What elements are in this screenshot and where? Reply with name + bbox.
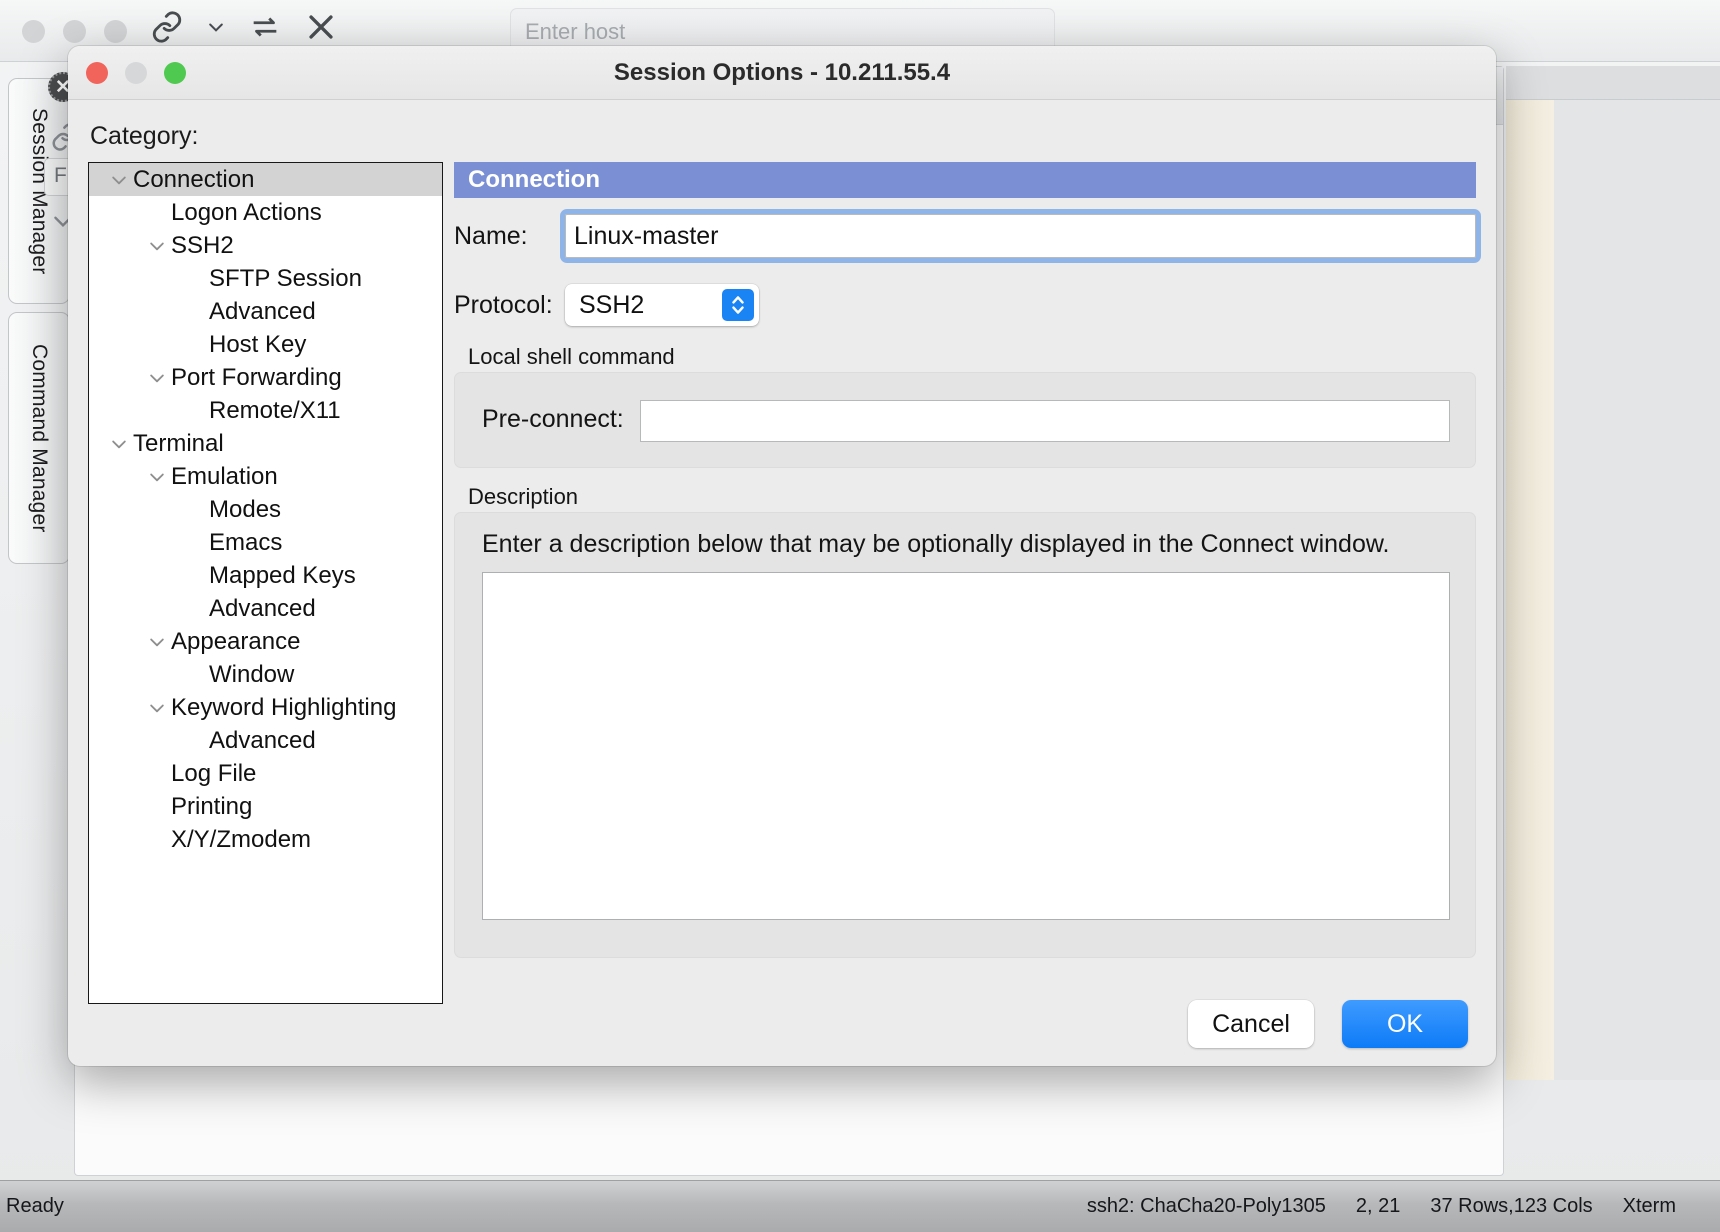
chevron-down-icon[interactable] bbox=[206, 17, 226, 37]
dialog-minimize-button[interactable] bbox=[125, 62, 147, 84]
chevron-updown-icon[interactable] bbox=[722, 289, 754, 321]
tree-item-label: Appearance bbox=[171, 628, 300, 656]
tree-item-advanced[interactable]: Advanced bbox=[89, 295, 442, 328]
tree-item-logon-actions[interactable]: Logon Actions bbox=[89, 196, 442, 229]
tree-item-label: Logon Actions bbox=[171, 199, 322, 227]
tree-item-label: Log File bbox=[171, 760, 256, 788]
tree-item-x-y-zmodem[interactable]: X/Y/Zmodem bbox=[89, 823, 442, 856]
app-zoom-button[interactable] bbox=[104, 20, 127, 43]
pane-header: Connection bbox=[454, 162, 1476, 198]
tree-item-keyword-highlighting[interactable]: Keyword Highlighting bbox=[89, 691, 442, 724]
preconnect-input[interactable] bbox=[640, 400, 1450, 442]
chevron-down-icon[interactable] bbox=[143, 467, 171, 487]
app-traffic-lights bbox=[22, 20, 127, 43]
protocol-label: Protocol: bbox=[454, 291, 559, 320]
dialog-body: Category: Connection Logon Actions SSH2 SFT… bbox=[68, 100, 1496, 1066]
category-tree[interactable]: Connection Logon Actions SSH2 SFTP Session A… bbox=[88, 162, 443, 1004]
chevron-down-icon[interactable] bbox=[143, 236, 171, 256]
ok-button[interactable]: OK bbox=[1342, 1000, 1468, 1048]
status-cursor-position: 2, 21 bbox=[1356, 1195, 1400, 1218]
tree-item-port-forwarding[interactable]: Port Forwarding bbox=[89, 361, 442, 394]
chevron-down-icon[interactable] bbox=[143, 368, 171, 388]
tree-item-mapped-keys[interactable]: Mapped Keys bbox=[89, 559, 442, 592]
local-shell-command-title: Local shell command bbox=[468, 344, 675, 370]
chevron-down-icon[interactable] bbox=[143, 632, 171, 652]
tree-item-label: Printing bbox=[171, 793, 252, 821]
tree-item-host-key[interactable]: Host Key bbox=[89, 328, 442, 361]
tree-item-label: Terminal bbox=[133, 430, 224, 458]
tree-item-label: Port Forwarding bbox=[171, 364, 342, 392]
name-input[interactable]: Linux-master bbox=[565, 214, 1476, 258]
tree-item-ssh2[interactable]: SSH2 bbox=[89, 229, 442, 262]
tree-item-sftp-session[interactable]: SFTP Session bbox=[89, 262, 442, 295]
tree-item-label: SSH2 bbox=[171, 232, 234, 260]
name-row: Name: Linux-master bbox=[454, 214, 1476, 258]
tree-item-appearance[interactable]: Appearance bbox=[89, 625, 442, 658]
tree-item-label: Window bbox=[209, 661, 294, 689]
tree-item-connection[interactable]: Connection bbox=[89, 163, 442, 196]
tree-item-label: Remote/X11 bbox=[209, 397, 341, 425]
tree-item-log-file[interactable]: Log File bbox=[89, 757, 442, 790]
session-options-dialog: Session Options - 10.211.55.4 Category: … bbox=[68, 46, 1496, 1066]
tree-item-label: Mapped Keys bbox=[209, 562, 356, 590]
tree-item-label: Emacs bbox=[209, 529, 282, 557]
tree-item-emacs[interactable]: Emacs bbox=[89, 526, 442, 559]
link-icon[interactable] bbox=[150, 10, 184, 44]
description-textarea[interactable] bbox=[482, 572, 1450, 920]
tree-item-label: Keyword Highlighting bbox=[171, 694, 396, 722]
tree-item-label: Advanced bbox=[209, 595, 316, 623]
close-icon[interactable] bbox=[304, 10, 338, 44]
name-label: Name: bbox=[454, 222, 559, 251]
tree-item-advanced[interactable]: Advanced bbox=[89, 724, 442, 757]
sidebar-tab-command-manager[interactable]: Command Manager bbox=[8, 312, 70, 564]
tree-item-printing[interactable]: Printing bbox=[89, 790, 442, 823]
tree-item-label: Modes bbox=[209, 496, 281, 524]
tree-item-remote-x11[interactable]: Remote/X11 bbox=[89, 394, 442, 427]
protocol-select[interactable]: SSH2 bbox=[565, 284, 759, 326]
tree-item-label: Emulation bbox=[171, 463, 278, 491]
app-toolbar bbox=[150, 10, 338, 44]
right-gutter bbox=[1554, 100, 1720, 1080]
protocol-row: Protocol: SSH2 bbox=[454, 284, 759, 326]
chevron-down-icon[interactable] bbox=[105, 170, 133, 190]
dialog-close-button[interactable] bbox=[86, 62, 108, 84]
tree-item-terminal[interactable]: Terminal bbox=[89, 427, 442, 460]
reconnect-icon[interactable] bbox=[248, 10, 282, 44]
protocol-selected-value: SSH2 bbox=[565, 291, 644, 320]
dialog-title: Session Options - 10.211.55.4 bbox=[614, 59, 950, 87]
category-label: Category: bbox=[90, 122, 198, 151]
tree-item-label: Advanced bbox=[209, 298, 316, 326]
tree-item-advanced[interactable]: Advanced bbox=[89, 592, 442, 625]
chevron-down-icon[interactable] bbox=[143, 698, 171, 718]
chevron-down-icon[interactable] bbox=[105, 434, 133, 454]
dialog-traffic-lights bbox=[86, 62, 186, 84]
description-hint: Enter a description below that may be op… bbox=[482, 530, 1389, 559]
cancel-button[interactable]: Cancel bbox=[1188, 1000, 1314, 1048]
tree-item-modes[interactable]: Modes bbox=[89, 493, 442, 526]
description-title: Description bbox=[468, 484, 578, 510]
status-terminal-size: 37 Rows,123 Cols bbox=[1430, 1195, 1592, 1218]
terminal-area bbox=[1506, 100, 1554, 1080]
dialog-titlebar: Session Options - 10.211.55.4 bbox=[68, 46, 1496, 100]
tree-item-emulation[interactable]: Emulation bbox=[89, 460, 442, 493]
tree-item-label: Connection bbox=[133, 166, 254, 194]
tree-item-window[interactable]: Window bbox=[89, 658, 442, 691]
dialog-zoom-button[interactable] bbox=[164, 62, 186, 84]
app-minimize-button[interactable] bbox=[63, 20, 86, 43]
tree-item-label: X/Y/Zmodem bbox=[171, 826, 311, 854]
tree-item-label: Host Key bbox=[209, 331, 306, 359]
status-emulation: Xterm bbox=[1623, 1195, 1676, 1218]
preconnect-label: Pre-connect: bbox=[482, 405, 624, 434]
status-ready: Ready bbox=[0, 1195, 64, 1218]
status-cipher: ssh2: ChaCha20-Poly1305 bbox=[1087, 1195, 1326, 1218]
tree-item-label: Advanced bbox=[209, 727, 316, 755]
dialog-button-row: Cancel OK bbox=[1188, 1000, 1468, 1048]
tree-item-label: SFTP Session bbox=[209, 265, 362, 293]
status-bar: Ready ssh2: ChaCha20-Poly1305 2, 21 37 R… bbox=[0, 1180, 1720, 1232]
command-manager-label: Command Manager bbox=[27, 328, 51, 549]
terminal-tabbar bbox=[1506, 66, 1720, 100]
app-close-button[interactable] bbox=[22, 20, 45, 43]
